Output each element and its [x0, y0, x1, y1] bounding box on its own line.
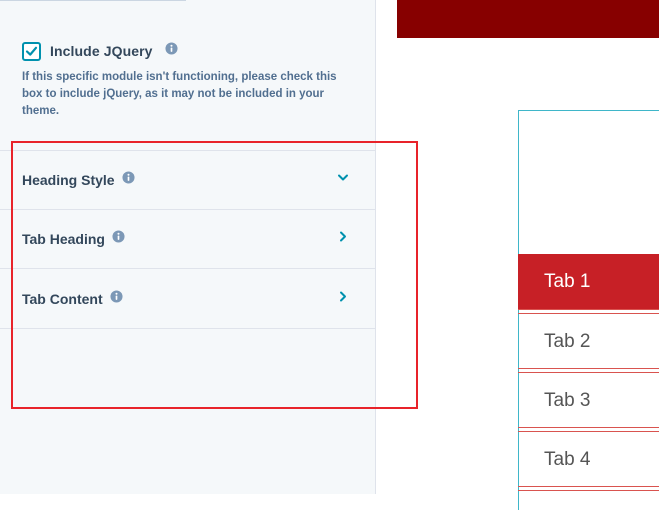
include-jquery-checkbox[interactable]	[22, 41, 41, 61]
style-accordion: Heading Style Tab Heading Tab Content	[0, 150, 376, 329]
include-jquery-label: Include JQuery	[50, 43, 153, 59]
chevron-right-icon[interactable]	[336, 230, 350, 249]
include-jquery-row[interactable]: Include JQuery	[22, 40, 178, 62]
tab-divider	[518, 486, 659, 491]
include-jquery-help: If this specific module isn't functionin…	[22, 71, 337, 117]
accordion-label: Tab Heading	[22, 231, 105, 247]
accordion-heading-style[interactable]: Heading Style	[0, 150, 376, 209]
preview-tab-4[interactable]: Tab 4	[518, 432, 659, 487]
chevron-down-icon[interactable]	[336, 171, 350, 190]
checkmark-icon	[25, 46, 38, 56]
info-icon[interactable]	[110, 289, 123, 308]
accordion-label: Heading Style	[22, 172, 115, 188]
accordion-label: Tab Content	[22, 290, 103, 307]
chevron-right-icon[interactable]	[336, 289, 350, 308]
settings-panel: Include JQuery If this specific module i…	[0, 0, 376, 494]
preview-tab-3[interactable]: Tab 3	[518, 373, 659, 428]
preview-banner	[397, 0, 659, 38]
info-icon[interactable]	[122, 171, 135, 189]
accordion-tab-heading[interactable]: Tab Heading	[0, 209, 376, 268]
preview-tab-1[interactable]: Tab 1	[518, 254, 659, 309]
accordion-tab-content[interactable]: Tab Content	[0, 268, 376, 329]
preview-tab-2[interactable]: Tab 2	[518, 314, 659, 369]
info-icon[interactable]	[112, 230, 125, 248]
panel-divider	[0, 0, 186, 1]
info-icon[interactable]	[165, 42, 178, 60]
